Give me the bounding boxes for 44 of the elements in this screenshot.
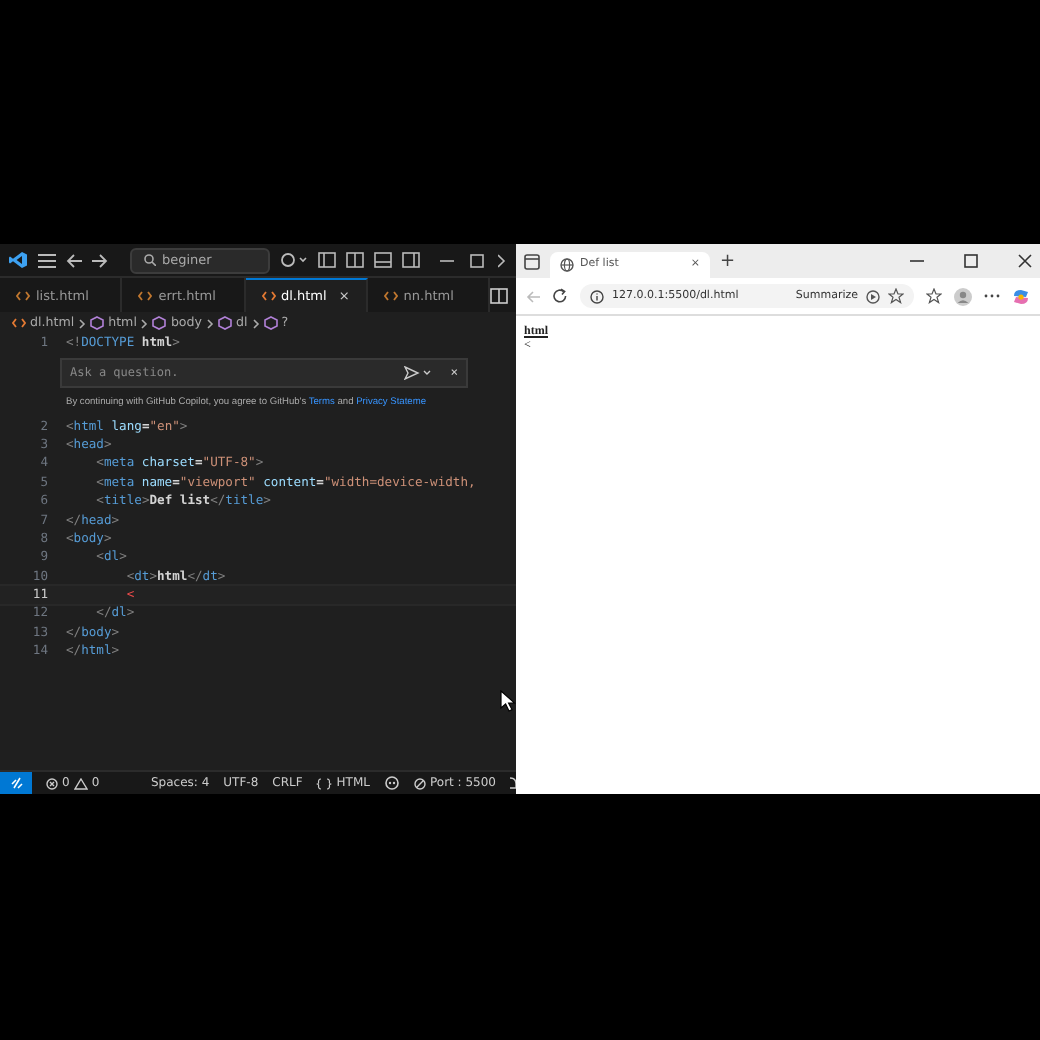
favorite-icon[interactable] [888,288,904,304]
maximize-icon[interactable] [464,253,488,267]
tab-actions-icon[interactable] [524,253,540,269]
favorites-icon[interactable] [926,288,942,304]
send-icon[interactable] [404,366,433,381]
element-icon [218,316,233,330]
code-file-icon [138,289,153,301]
globe-icon [560,257,574,271]
minimize-icon[interactable] [910,254,924,268]
menu-icon[interactable] [38,253,56,267]
braces-icon [316,777,333,789]
read-aloud-icon[interactable] [866,289,880,303]
error-icon [46,777,58,789]
layout-icon[interactable] [402,252,420,268]
layout-icon[interactable] [346,252,364,268]
code-file-icon [383,289,398,301]
new-tab-button[interactable]: + [720,251,736,271]
code-file-icon [12,316,26,330]
element-icon [263,316,278,330]
layout-icon[interactable] [374,252,392,268]
chevron-icon [206,317,215,329]
port-icon [414,777,426,789]
copilot-icon[interactable] [384,776,400,790]
element-icon [152,316,167,330]
refresh-icon[interactable] [552,288,568,304]
chevron-icon [251,317,260,329]
search-icon [144,254,156,266]
logo-icon [8,250,28,270]
split-editor-icon[interactable] [490,287,509,303]
profile-icon[interactable] [954,287,972,305]
element-icon [90,316,105,330]
warning-icon [73,777,88,789]
info-icon [590,289,604,303]
copilot-icon[interactable] [280,252,308,268]
layout-icon[interactable] [318,252,336,268]
chevron-icon [140,317,149,329]
remote-icon [9,776,23,790]
chevron-icon [78,317,87,329]
code-file-icon [16,289,30,301]
maximize-icon[interactable] [964,254,978,268]
back-icon[interactable] [66,253,82,267]
remote-button[interactable] [0,772,32,794]
forward-icon[interactable] [92,253,108,267]
code-file-icon [261,290,275,302]
